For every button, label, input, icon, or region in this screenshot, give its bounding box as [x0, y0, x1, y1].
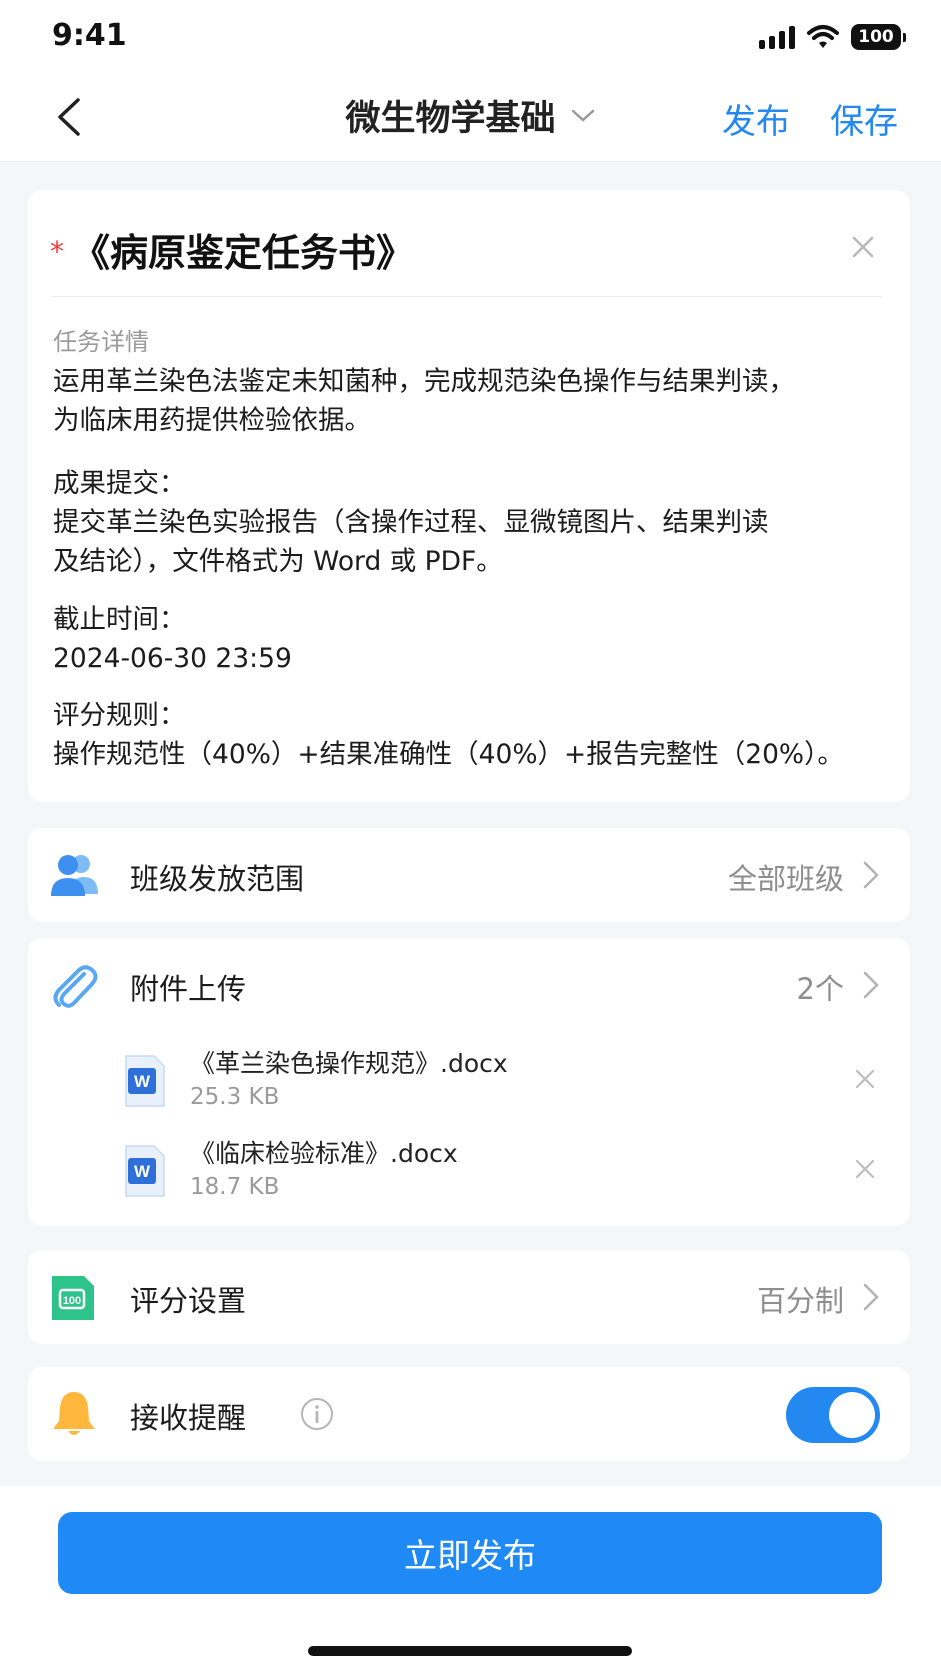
- chevron-right-icon: [863, 861, 879, 889]
- reminder-label: 接收提醒: [130, 1401, 247, 1435]
- back-icon[interactable]: [50, 94, 90, 140]
- submission-line: 提交革兰染色实验报告（含操作过程、显微镜图片、结果判读: [53, 507, 769, 538]
- word-file-icon: W: [125, 1055, 165, 1107]
- score-settings-icon: 100: [52, 1276, 94, 1320]
- description-line: 运用革兰染色法鉴定未知菌种，完成规范染色操作与结果判读，: [53, 366, 795, 397]
- attachment-count: 2个: [796, 972, 844, 1006]
- toggle-knob: [829, 1392, 875, 1438]
- remove-attachment-icon[interactable]: [852, 1066, 878, 1092]
- deadline-label: 截止时间：: [53, 604, 186, 635]
- attachment-card: 附件上传 2个 W 《革兰染色操作规范》.docx 25.3 KB W 《临床检…: [28, 938, 910, 1226]
- save-button[interactable]: 保存: [830, 94, 898, 143]
- deadline-value: 2024-06-30 23:59: [53, 643, 292, 674]
- divider: [52, 296, 882, 297]
- word-file-icon: W: [125, 1145, 165, 1197]
- status-icons: 100: [759, 22, 906, 52]
- word-icon-letter: W: [134, 1162, 151, 1181]
- scoring-section[interactable]: 评分规则： 操作规范性（40%）+结果准确性（40%）+报告完整性（20%）。: [53, 696, 886, 774]
- remove-attachment-icon[interactable]: [852, 1156, 878, 1182]
- required-star: *: [50, 234, 64, 268]
- task-title-row: * 《病原鉴定任务书》: [50, 218, 888, 280]
- submission-section[interactable]: 成果提交： 提交革兰染色实验报告（含操作过程、显微镜图片、结果判读 及结论），文…: [53, 464, 886, 581]
- wifi-icon: [807, 25, 839, 48]
- attachment-name: 《临床检验标准》.docx: [190, 1139, 458, 1168]
- chevron-right-icon: [863, 1283, 879, 1311]
- chevron-down-icon: [571, 109, 594, 122]
- status-bar: 9:41 100: [0, 0, 941, 72]
- score-settings-label: 评分设置: [130, 1284, 247, 1318]
- status-time: 9:41: [52, 18, 127, 53]
- task-title[interactable]: 《病原鉴定任务书》: [72, 222, 414, 277]
- attachment-size: 25.3 KB: [190, 1084, 280, 1110]
- signal-icon: [759, 25, 795, 49]
- description-line: 为临床用药提供检验依据。: [53, 405, 371, 436]
- nav-title-container: 微生物学基础: [0, 90, 941, 141]
- chevron-right-icon: [863, 971, 879, 999]
- reminder-row: 接收提醒: [28, 1367, 910, 1461]
- attachment-upload-row[interactable]: 附件上传 2个: [28, 938, 910, 1032]
- page-title: 微生物学基础: [345, 99, 556, 139]
- publish-now-button[interactable]: 立即发布: [58, 1512, 882, 1594]
- battery-level: 100: [858, 27, 894, 47]
- attachment-item[interactable]: W 《革兰染色操作规范》.docx 25.3 KB: [28, 1042, 910, 1120]
- class-scope-label: 班级发放范围: [130, 862, 305, 896]
- attachment-size: 18.7 KB: [190, 1174, 280, 1200]
- course-selector[interactable]: 微生物学基础: [345, 90, 595, 141]
- deadline-section[interactable]: 截止时间： 2024-06-30 23:59: [53, 600, 886, 678]
- battery-icon: 100: [851, 24, 906, 50]
- svg-text:100: 100: [63, 1295, 81, 1307]
- bottom-bar: 立即发布: [0, 1486, 941, 1672]
- publish-button[interactable]: 发布: [722, 94, 790, 143]
- task-card: * 《病原鉴定任务书》 任务详情 运用革兰染色法鉴定未知菌种，完成规范染色操作与…: [28, 190, 910, 802]
- scoring-label: 评分规则：: [53, 700, 186, 731]
- score-settings-value: 百分制: [756, 1284, 844, 1318]
- bell-icon: [53, 1392, 95, 1435]
- word-icon-letter: W: [134, 1072, 151, 1091]
- paperclip-icon: [53, 965, 98, 1008]
- attachment-name: 《革兰染色操作规范》.docx: [190, 1049, 508, 1078]
- scoring-rule: 操作规范性（40%）+结果准确性（40%）+报告完整性（20%）。: [53, 739, 844, 770]
- attachment-item[interactable]: W 《临床检验标准》.docx 18.7 KB: [28, 1132, 910, 1210]
- users-icon: [51, 855, 98, 896]
- task-description[interactable]: 运用革兰染色法鉴定未知菌种，完成规范染色操作与结果判读， 为临床用药提供检验依据…: [53, 362, 886, 440]
- nav-bar: 微生物学基础 发布 保存: [0, 72, 941, 162]
- attachment-label: 附件上传: [130, 972, 247, 1006]
- score-settings-row[interactable]: 100 评分设置 百分制: [28, 1250, 910, 1344]
- submission-line: 及结论），文件格式为 Word 或 PDF。: [53, 546, 503, 577]
- class-scope-row[interactable]: 班级发放范围 全部班级: [28, 828, 910, 922]
- task-detail-label: 任务详情: [53, 328, 149, 356]
- submission-label: 成果提交：: [53, 468, 186, 499]
- info-icon[interactable]: [300, 1397, 334, 1431]
- clear-title-icon[interactable]: [846, 230, 880, 264]
- class-scope-value: 全部班级: [727, 862, 844, 896]
- reminder-toggle[interactable]: [786, 1387, 880, 1443]
- home-indicator: [308, 1646, 632, 1656]
